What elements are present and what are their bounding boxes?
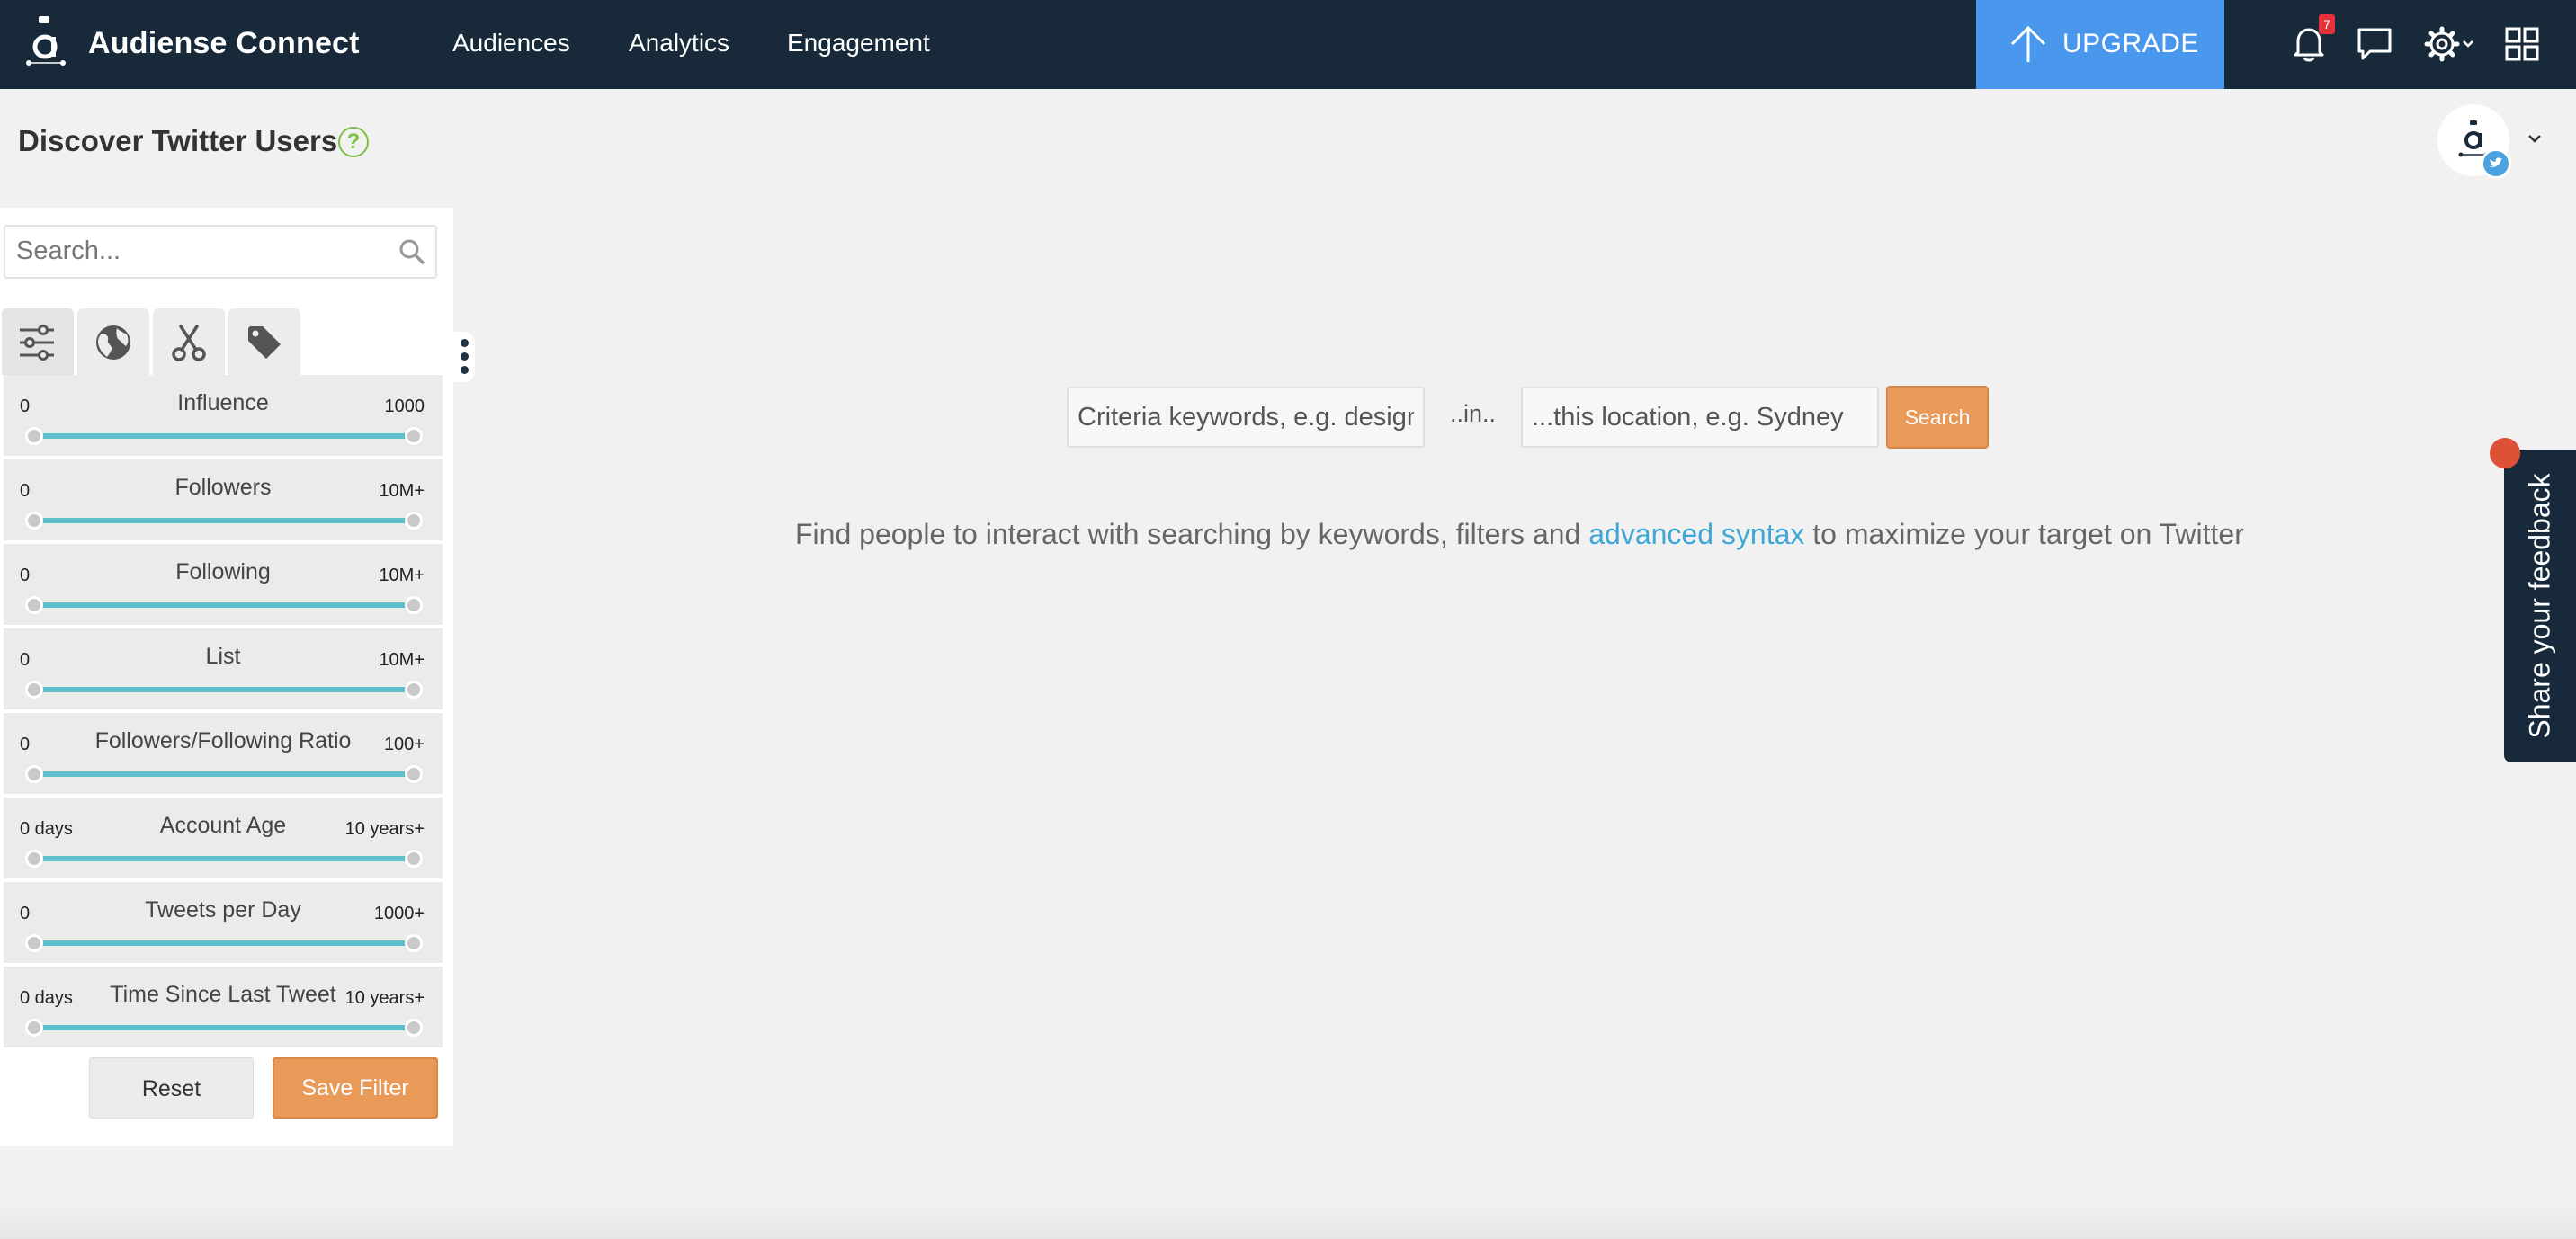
range-slider-track[interactable] — [34, 687, 414, 692]
range-slider-max-handle[interactable] — [405, 681, 423, 699]
tab-tags[interactable] — [228, 308, 300, 375]
range-slider-max-handle[interactable] — [405, 765, 423, 783]
help-text-end: to maximize your target on Twitter — [1804, 518, 2244, 550]
range-slider-track[interactable] — [34, 856, 414, 861]
upgrade-label: UPGRADE — [2062, 29, 2199, 58]
filter-max-value: 1000 — [384, 397, 425, 416]
range-slider-min-handle[interactable] — [25, 596, 43, 614]
range-slider-track[interactable] — [34, 940, 414, 946]
keywords-field — [1067, 387, 1425, 448]
sidebar-search — [4, 225, 437, 279]
filter-list: 0 Influence 1000 0 Followers 10M+ 0 Following 10… — [4, 375, 443, 1051]
bottom-edge — [0, 1203, 2576, 1239]
range-slider-min-handle[interactable] — [25, 1019, 43, 1037]
reset-button[interactable]: Reset — [89, 1057, 254, 1119]
audiense-logo[interactable] — [23, 16, 68, 68]
filter-label: Influence — [177, 390, 269, 415]
upgrade-button[interactable]: UPGRADE — [1976, 0, 2224, 89]
search-button[interactable]: Search — [1886, 386, 1989, 449]
brand-name: Audiense Connect — [88, 26, 360, 60]
filter-label: List — [205, 644, 241, 669]
filter-max-value: 10M+ — [379, 481, 425, 501]
help-icon[interactable]: ? — [338, 127, 369, 157]
location-field — [1521, 387, 1879, 448]
globe-icon — [96, 325, 130, 360]
filter-max-value: 10M+ — [379, 566, 425, 585]
range-slider-max-handle[interactable] — [405, 934, 423, 952]
tab-filters[interactable] — [2, 308, 74, 375]
help-text-start: Find people to interact with searching b… — [795, 518, 1589, 550]
arrow-up-icon — [2010, 25, 2046, 62]
tag-icon — [248, 326, 281, 359]
range-slider-track[interactable] — [34, 518, 414, 523]
sliders-icon — [20, 325, 54, 361]
filter-max-value: 10 years+ — [344, 819, 425, 839]
filter-max-value: 10 years+ — [344, 988, 425, 1008]
search-icon[interactable] — [398, 237, 426, 266]
sidebar-options-handle[interactable] — [453, 332, 475, 382]
filter-label: Following — [175, 559, 271, 584]
feedback-dot-icon[interactable] — [2490, 438, 2520, 468]
feedback-tab[interactable]: Share your feedback — [2504, 450, 2576, 762]
top-navigation-bar: Audiense Connect Audiences Analytics Eng… — [0, 0, 2576, 89]
keywords-input[interactable] — [1069, 388, 1423, 446]
tab-location[interactable] — [77, 308, 149, 375]
filter-max-value: 10M+ — [379, 650, 425, 670]
range-slider-max-handle[interactable] — [405, 850, 423, 868]
filter-row: 0 Influence 1000 — [4, 375, 443, 456]
filter-row: 0 days Account Age 10 years+ — [4, 798, 443, 878]
filter-row: 0 Followers 10M+ — [4, 459, 443, 540]
range-slider-track[interactable] — [34, 771, 414, 777]
range-slider-min-handle[interactable] — [25, 765, 43, 783]
filter-label: Followers — [174, 475, 272, 500]
range-slider-min-handle[interactable] — [25, 850, 43, 868]
advanced-syntax-link[interactable]: advanced syntax — [1588, 518, 1804, 550]
range-slider-min-handle[interactable] — [25, 427, 43, 445]
range-slider-max-handle[interactable] — [405, 512, 423, 530]
scissors-icon — [172, 325, 206, 361]
filter-row: 0 days Time Since Last Tweet 10 years+ — [4, 967, 443, 1047]
range-slider-min-handle[interactable] — [25, 681, 43, 699]
nav-engagement[interactable]: Engagement — [787, 0, 930, 89]
feedback-label: Share your feedback — [2523, 473, 2556, 739]
save-filter-button[interactable]: Save Filter — [273, 1057, 438, 1119]
filter-row: 0 List 10M+ — [4, 628, 443, 709]
notification-badge: 7 — [2319, 14, 2335, 34]
range-slider-max-handle[interactable] — [405, 596, 423, 614]
page-title: Discover Twitter Users — [18, 124, 338, 157]
in-separator: ..in.. — [1450, 400, 1497, 427]
settings-gear-icon[interactable] — [2424, 26, 2478, 62]
range-slider-min-handle[interactable] — [25, 512, 43, 530]
chevron-down-icon[interactable] — [2526, 129, 2544, 147]
tab-tools[interactable] — [153, 308, 225, 375]
filter-max-value: 100+ — [383, 735, 425, 754]
range-slider-track[interactable] — [34, 602, 414, 608]
filter-row: 0 Following 10M+ — [4, 544, 443, 625]
nav-audiences[interactable]: Audiences — [452, 0, 570, 89]
sidebar-search-input[interactable] — [5, 227, 376, 275]
filter-row: 0 Tweets per Day 1000+ — [4, 882, 443, 963]
filter-label: Followers/Following Ratio — [94, 728, 352, 753]
range-slider-max-handle[interactable] — [405, 427, 423, 445]
filter-max-value: 1000+ — [373, 904, 425, 923]
range-slider-track[interactable] — [34, 433, 414, 439]
location-input[interactable] — [1523, 388, 1877, 446]
chat-icon[interactable] — [2357, 26, 2393, 62]
range-slider-max-handle[interactable] — [405, 1019, 423, 1037]
filter-row: 0 Followers/Following Ratio 100+ — [4, 713, 443, 794]
range-slider-track[interactable] — [34, 1025, 414, 1030]
search-help-text: Find people to interact with searching b… — [795, 518, 2244, 551]
apps-grid-icon[interactable] — [2505, 27, 2539, 61]
range-slider-min-handle[interactable] — [25, 934, 43, 952]
nav-analytics[interactable]: Analytics — [629, 0, 729, 89]
twitter-badge-icon — [2481, 148, 2511, 179]
